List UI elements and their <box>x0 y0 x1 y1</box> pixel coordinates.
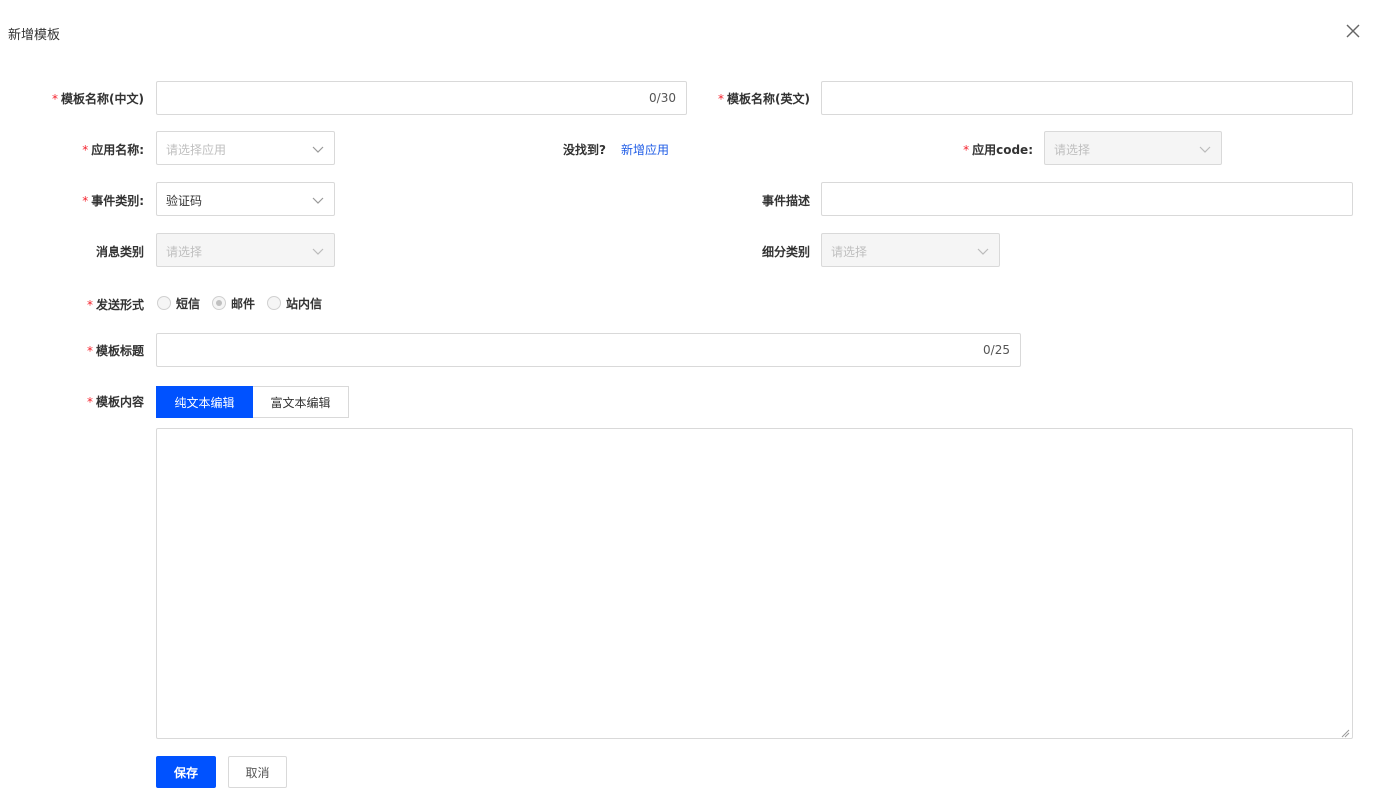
save-button[interactable]: 保存 <box>156 756 216 788</box>
name-cn-label: * 模板名称(中文) <box>52 92 144 106</box>
message-type-placeholder: 请选择 <box>166 245 203 259</box>
radio-in-site[interactable]: 站内信 <box>267 295 322 312</box>
add-template-dialog: 新增模板 * 模板名称(中文) 0/30 * 模板名称(英文) * 应用名称: 请选择… <box>0 0 1396 802</box>
tab-plain-text[interactable]: 纯文本编辑 <box>156 386 253 418</box>
add-app-link[interactable]: 新增应用 <box>621 141 669 158</box>
name-cn-input[interactable]: 0/30 <box>156 81 687 115</box>
cancel-button[interactable]: 取消 <box>228 756 287 788</box>
message-type-label: 消息类别 <box>95 245 144 259</box>
sub-type-label: 细分类别 <box>761 245 810 259</box>
resize-grip-icon[interactable] <box>1341 727 1350 738</box>
chevron-down-icon <box>1199 143 1211 155</box>
radio-sms[interactable]: 短信 <box>157 295 200 312</box>
chevron-down-icon <box>312 143 324 155</box>
event-desc-label: 事件描述 <box>761 194 810 208</box>
name-cn-counter: 0/30 <box>649 91 676 105</box>
name-en-label: * 模板名称(英文) <box>718 92 810 106</box>
template-content-textarea[interactable] <box>156 428 1353 739</box>
app-code-select[interactable]: 请选择 <box>1044 131 1222 165</box>
app-name-select[interactable]: 请选择应用 <box>156 131 335 165</box>
app-code-label: * 应用code: <box>963 143 1033 157</box>
send-form-radio-group: 短信 邮件 站内信 <box>157 295 334 311</box>
template-content-label: * 模板内容 <box>86 395 144 409</box>
event-desc-input[interactable] <box>821 182 1353 216</box>
close-icon[interactable] <box>1344 22 1362 40</box>
app-name-placeholder: 请选择应用 <box>166 143 227 157</box>
app-name-label: * 应用名称: <box>82 143 144 157</box>
dialog-title: 新增模板 <box>8 28 61 43</box>
not-found-text: 没找到? <box>563 143 606 157</box>
sub-type-select[interactable]: 请选择 <box>821 233 1000 267</box>
radio-email[interactable]: 邮件 <box>212 295 255 312</box>
app-code-placeholder: 请选择 <box>1054 143 1091 157</box>
event-type-select[interactable]: 验证码 <box>156 182 335 216</box>
message-type-select[interactable]: 请选择 <box>156 233 335 267</box>
event-type-label: * 事件类别: <box>82 194 144 208</box>
template-title-label: * 模板标题 <box>86 344 144 358</box>
template-title-input[interactable]: 0/25 <box>156 333 1021 367</box>
sub-type-placeholder: 请选择 <box>831 245 868 259</box>
event-type-value: 验证码 <box>166 194 203 208</box>
chevron-down-icon <box>312 245 324 257</box>
chevron-down-icon <box>977 245 989 257</box>
template-title-counter: 0/25 <box>983 343 1010 357</box>
send-form-label: * 发送形式 <box>86 298 144 312</box>
name-en-input[interactable] <box>821 81 1353 115</box>
chevron-down-icon <box>312 194 324 206</box>
radio-circle[interactable] <box>267 296 282 310</box>
radio-circle[interactable] <box>157 296 171 310</box>
radio-circle-checked[interactable] <box>212 296 227 310</box>
tab-rich-text[interactable]: 富文本编辑 <box>253 386 349 418</box>
